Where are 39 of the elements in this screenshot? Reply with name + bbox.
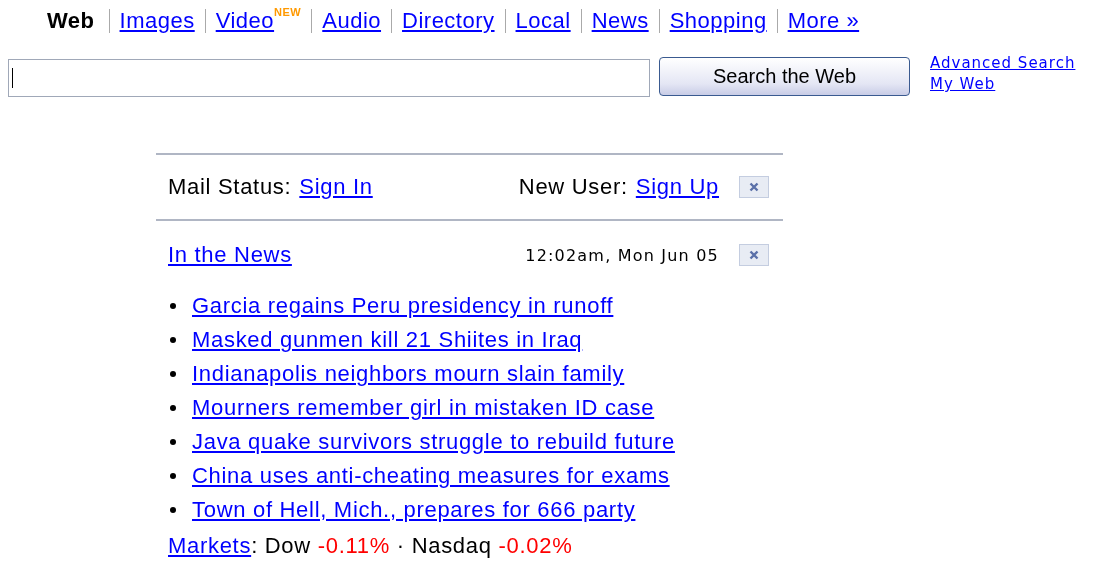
bullet-icon: [170, 507, 176, 513]
news-link[interactable]: Masked gunmen kill 21 Shiites in Iraq: [192, 327, 583, 353]
nav-tab[interactable]: More »: [787, 8, 860, 34]
search-link[interactable]: Advanced Search: [930, 53, 1076, 74]
news-link[interactable]: China uses anti-cheating measures for exams: [192, 463, 670, 489]
new-user-label: New User:: [518, 174, 628, 200]
nav-tab[interactable]: Video$^{NEW}$: [215, 8, 302, 34]
nav-tab[interactable]: Directory: [402, 8, 495, 34]
news-link[interactable]: Garcia regains Peru presidency in runoff: [192, 293, 614, 319]
nav-tab[interactable]: Images: [119, 8, 195, 34]
close-button[interactable]: [739, 244, 769, 266]
close-icon: [749, 250, 759, 260]
bullet-icon: [170, 371, 176, 377]
close-button[interactable]: [739, 176, 769, 198]
bullet-icon: [170, 405, 176, 411]
news-link[interactable]: Town of Hell, Mich., prepares for 666 party: [192, 497, 636, 523]
news-link[interactable]: Indianapolis neighbors mourn slain family: [192, 361, 625, 387]
bullet-icon: [170, 337, 176, 343]
bullet-icon: [170, 303, 176, 309]
news-link[interactable]: Mourners remember girl in mistaken ID case: [192, 395, 655, 421]
close-icon: [749, 182, 759, 192]
nav-tab[interactable]: Audio: [322, 8, 382, 34]
search-link[interactable]: My Web: [930, 74, 1076, 95]
news-link[interactable]: Java quake survivors struggle to rebuild future: [192, 429, 675, 455]
markets-line: Markets: Dow -0.11% · Nasdaq -0.02%: [168, 533, 574, 559]
bullet-icon: [170, 473, 176, 479]
news-heading-link[interactable]: In the News: [168, 242, 292, 268]
nav-tab[interactable]: Shopping: [669, 8, 767, 34]
nav-tab[interactable]: News: [591, 8, 649, 34]
news-timestamp: 12:02am, Mon Jun 05: [525, 245, 719, 265]
search-field[interactable]: [8, 59, 650, 97]
markets-link[interactable]: Markets: [168, 533, 252, 558]
bullet-icon: [170, 439, 176, 445]
mail-status-label: Mail Status:: [168, 174, 292, 200]
search-button[interactable]: Search the Web: [659, 57, 910, 96]
nav-tab[interactable]: Local: [515, 8, 571, 34]
nav-tab[interactable]: Web: [47, 8, 95, 34]
sign-in-link[interactable]: Sign In: [299, 174, 373, 200]
sign-up-link[interactable]: Sign Up: [635, 174, 719, 200]
